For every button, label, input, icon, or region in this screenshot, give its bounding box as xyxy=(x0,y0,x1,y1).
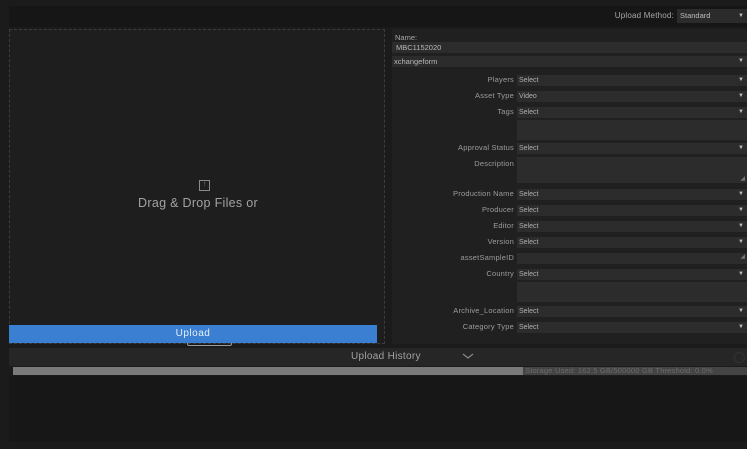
storage-usage-fill xyxy=(13,367,523,375)
upload-history-list xyxy=(9,376,747,442)
spinner-icon xyxy=(734,352,745,363)
resize-handle-icon[interactable]: ◢ xyxy=(740,252,745,263)
description-label: Description xyxy=(474,159,514,168)
tags-label: Tags xyxy=(497,107,514,116)
players-select[interactable]: Select ▼ xyxy=(517,75,747,86)
approval-status-label: Approval Status xyxy=(458,143,514,152)
form-type-value: xchangeform xyxy=(394,57,438,66)
approval-status-select[interactable]: Select ▼ xyxy=(517,143,747,154)
country-select[interactable]: Select ▼ xyxy=(517,269,747,280)
country-value: Select xyxy=(519,271,539,278)
production-name-label: Production Name xyxy=(453,189,514,198)
asset-type-label: Asset Type xyxy=(475,91,514,100)
asset-type-value: Video xyxy=(519,93,537,100)
caret-down-icon: ▼ xyxy=(738,13,744,19)
caret-down-icon: ▼ xyxy=(738,239,744,245)
archive-location-select[interactable]: Select ▼ xyxy=(517,306,747,317)
caret-down-icon: ▼ xyxy=(738,58,744,64)
upload-method-select[interactable]: Standard ▼ xyxy=(677,9,747,23)
top-bar: Upload Method: Standard ▼ xyxy=(9,6,747,27)
archive-location-value: Select xyxy=(519,308,539,315)
tags-value: Select xyxy=(519,109,539,116)
name-input[interactable]: MBC1152020 xyxy=(392,42,747,53)
storage-usage-text: Storage Used: 162.5 GB/500000 GB Thresho… xyxy=(525,366,713,375)
archive-location-label: Archive_Location xyxy=(453,306,514,315)
category-type-value: Select xyxy=(519,324,539,331)
tags-area[interactable] xyxy=(517,120,747,140)
caret-down-icon: ▼ xyxy=(738,93,744,99)
caret-down-icon: ▼ xyxy=(738,207,744,213)
caret-down-icon: ▼ xyxy=(738,308,744,314)
approval-status-value: Select xyxy=(519,145,539,152)
asset-sample-id-input[interactable]: ◢ xyxy=(517,253,747,264)
asset-sample-id-label: assetSampleID xyxy=(460,253,514,262)
category-type-select[interactable]: Select ▼ xyxy=(517,322,747,333)
drop-zone-text: Drag & Drop Files or xyxy=(138,196,258,210)
players-value: Select xyxy=(519,77,539,84)
caret-down-icon: ▼ xyxy=(738,324,744,330)
production-name-value: Select xyxy=(519,191,539,198)
country-label: Country xyxy=(486,269,514,278)
asset-type-select[interactable]: Video ▼ xyxy=(517,91,747,102)
metadata-form: Name: MBC1152020 xchangeform ▼ Players S… xyxy=(392,29,747,344)
editor-label: Editor xyxy=(493,221,514,230)
upload-button[interactable]: Upload xyxy=(9,325,377,343)
resize-handle-icon[interactable]: ◢ xyxy=(740,175,745,182)
upload-history-label: Upload History xyxy=(351,351,421,362)
upload-method-label: Upload Method: xyxy=(614,11,674,20)
upload-icon: ↑ xyxy=(199,180,210,191)
name-label: Name: xyxy=(395,33,418,42)
caret-down-icon: ▼ xyxy=(738,223,744,229)
upload-history-bar[interactable]: Upload History xyxy=(9,348,747,366)
producer-select[interactable]: Select ▼ xyxy=(517,205,747,216)
tags-select[interactable]: Select ▼ xyxy=(517,107,747,118)
caret-down-icon: ▼ xyxy=(738,77,744,83)
version-value: Select xyxy=(519,239,539,246)
form-type-select[interactable]: xchangeform ▼ xyxy=(392,56,747,67)
description-textarea[interactable]: ◢ xyxy=(517,157,747,183)
production-name-select[interactable]: Select ▼ xyxy=(517,189,747,200)
country-area[interactable] xyxy=(517,282,747,302)
version-label: Version xyxy=(487,237,514,246)
caret-down-icon: ▼ xyxy=(738,145,744,151)
players-label: Players xyxy=(487,75,514,84)
chevron-down-icon[interactable] xyxy=(462,351,474,361)
editor-select[interactable]: Select ▼ xyxy=(517,221,747,232)
caret-down-icon: ▼ xyxy=(738,191,744,197)
upload-method-value: Standard xyxy=(680,11,711,20)
name-value: MBC1152020 xyxy=(396,43,442,52)
category-type-label: Category Type xyxy=(462,322,514,331)
file-drop-zone[interactable]: ↑ Drag & Drop Files or Browse xyxy=(9,29,385,346)
version-select[interactable]: Select ▼ xyxy=(517,237,747,248)
caret-down-icon: ▼ xyxy=(738,271,744,277)
producer-value: Select xyxy=(519,207,539,214)
editor-value: Select xyxy=(519,223,539,230)
producer-label: Producer xyxy=(481,205,514,214)
caret-down-icon: ▼ xyxy=(738,109,744,115)
